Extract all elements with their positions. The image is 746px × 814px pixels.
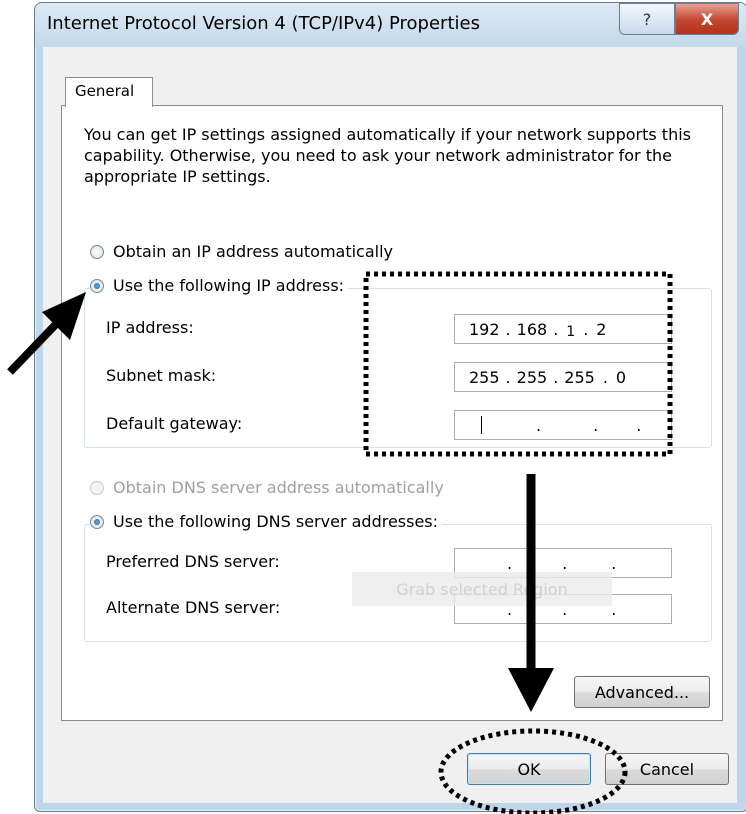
subnet-mask-label: Subnet mask: bbox=[106, 366, 217, 385]
alternate-dns-label: Alternate DNS server: bbox=[106, 598, 281, 617]
subnet-mask-field[interactable]: 255 . 255 . 255 .0 bbox=[454, 362, 672, 392]
radio-obtain-ip-auto[interactable]: Obtain an IP address automatically bbox=[90, 242, 393, 261]
default-gateway-label: Default gateway: bbox=[106, 414, 243, 433]
close-button[interactable]: X bbox=[675, 3, 739, 35]
title-bar[interactable]: Internet Protocol Version 4 (TCP/IPv4) P… bbox=[35, 3, 746, 47]
radio-selected-icon bbox=[90, 278, 104, 293]
grab-region-overlay: Grab selected Region bbox=[352, 572, 612, 606]
radio-use-following-ip[interactable]: Use the following IP address: bbox=[90, 276, 349, 295]
ip-address-label: IP address: bbox=[106, 318, 194, 337]
text-cursor bbox=[481, 416, 482, 434]
radio-label: Obtain DNS server address automatically bbox=[113, 478, 444, 497]
ok-button[interactable]: OK bbox=[467, 753, 591, 785]
radio-selected-icon bbox=[90, 514, 104, 529]
radio-button-icon bbox=[90, 244, 104, 259]
default-gateway-field[interactable]: ... bbox=[454, 410, 672, 440]
radio-button-icon bbox=[90, 480, 104, 495]
general-tab-panel: You can get IP settings assigned automat… bbox=[61, 105, 723, 721]
tab-general[interactable]: General bbox=[65, 77, 153, 107]
description-text: You can get IP settings assigned automat… bbox=[84, 125, 691, 186]
dialog-window: Internet Protocol Version 4 (TCP/IPv4) P… bbox=[34, 2, 746, 812]
radio-label: Obtain an IP address automatically bbox=[113, 242, 394, 261]
window-title: Internet Protocol Version 4 (TCP/IPv4) P… bbox=[47, 13, 480, 34]
radio-label: Use the following DNS server addresses: bbox=[113, 512, 439, 531]
cancel-button[interactable]: Cancel bbox=[605, 753, 729, 785]
radio-label: Use the following IP address: bbox=[113, 276, 345, 295]
radio-use-following-dns[interactable]: Use the following DNS server addresses: bbox=[90, 512, 443, 531]
close-icon: X bbox=[700, 9, 714, 29]
radio-obtain-dns-auto[interactable]: Obtain DNS server address automatically bbox=[90, 478, 444, 497]
preferred-dns-label: Preferred DNS server: bbox=[106, 552, 280, 571]
dialog-client-area: General You can get IP settings assigned… bbox=[43, 47, 737, 803]
help-icon: ? bbox=[642, 9, 652, 29]
advanced-button[interactable]: Advanced... bbox=[574, 676, 710, 708]
ip-address-field[interactable]: 192 . 168 .1 .2 bbox=[454, 314, 672, 344]
help-button[interactable]: ? bbox=[619, 3, 675, 35]
